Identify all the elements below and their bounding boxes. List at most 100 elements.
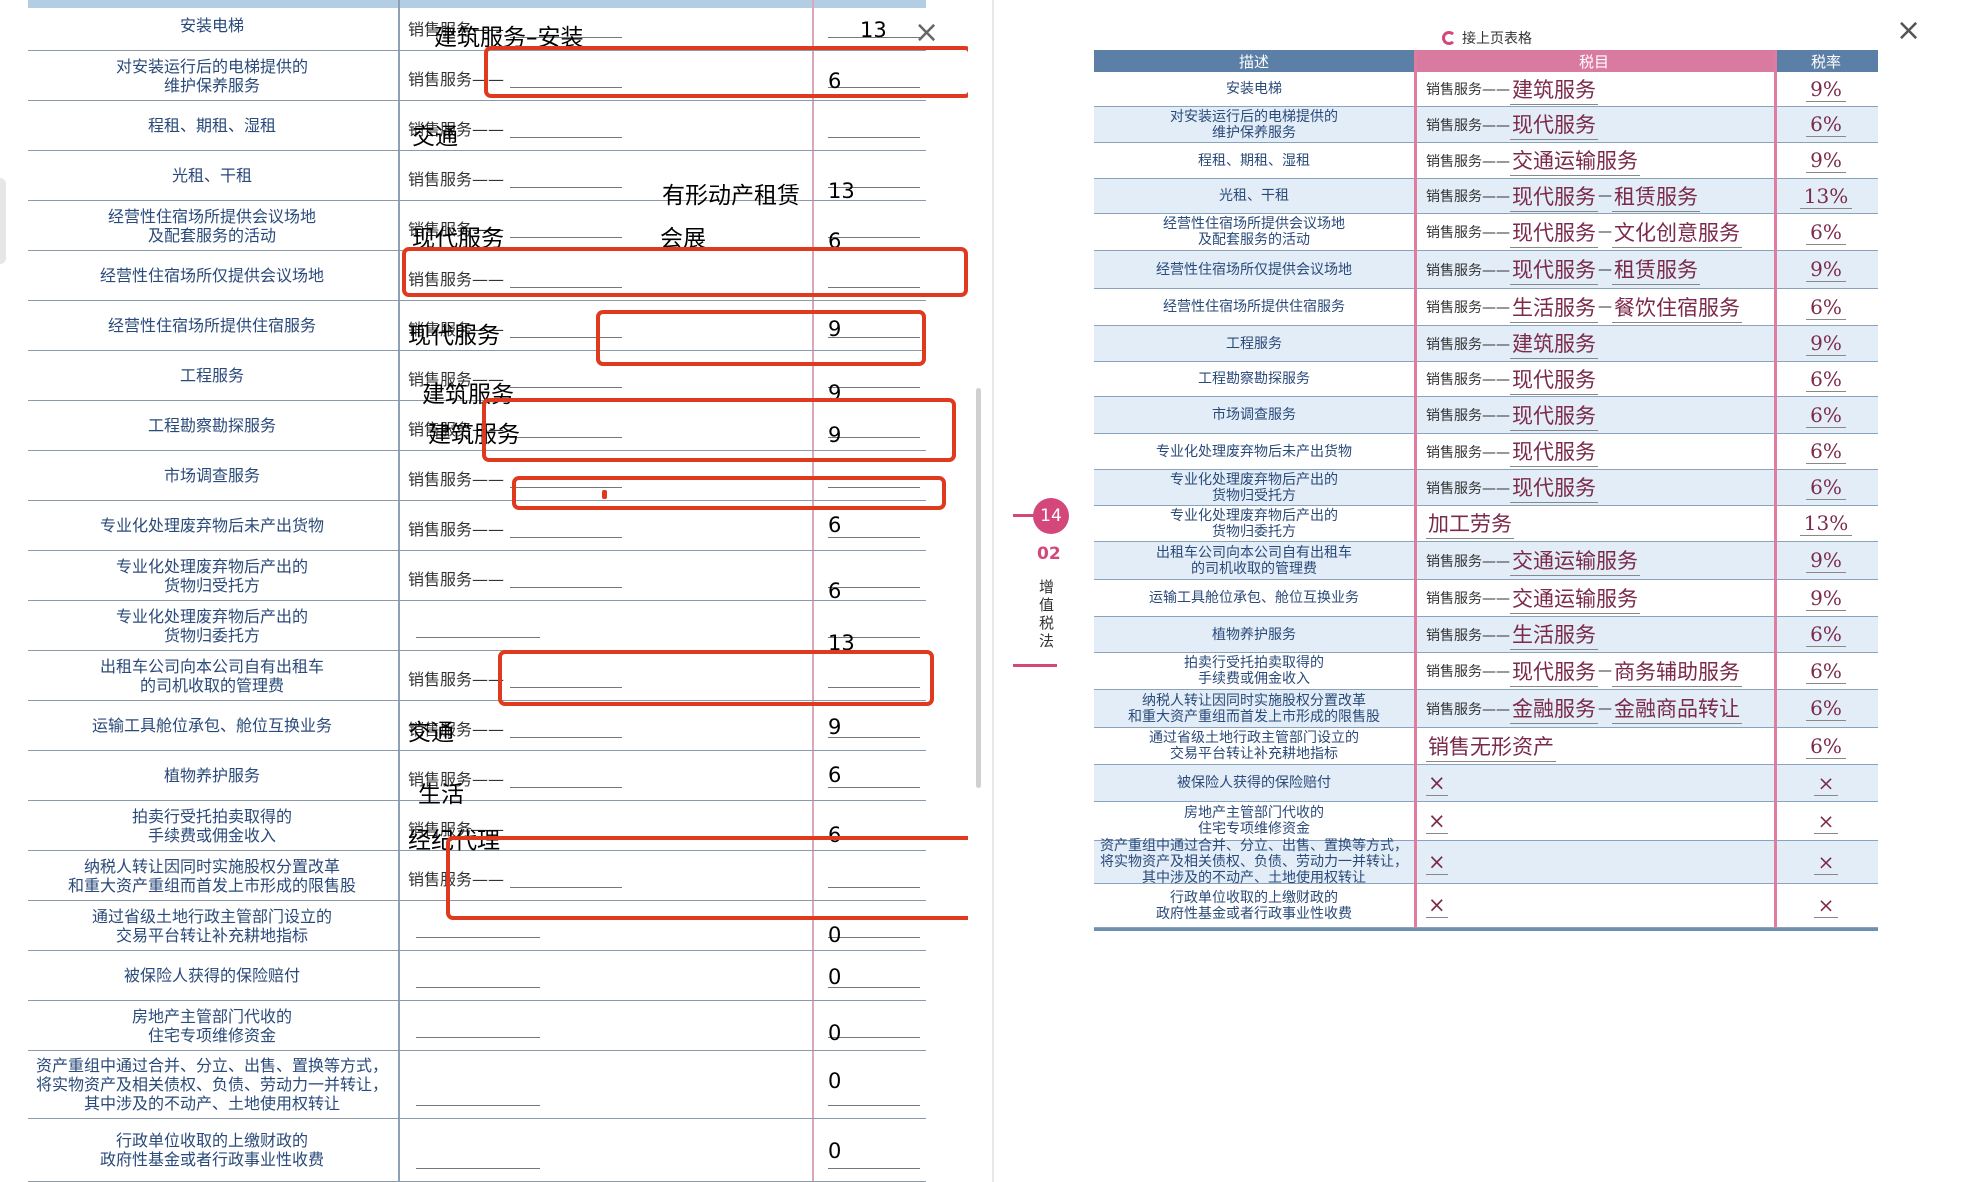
row-description: 安装电梯 bbox=[179, 15, 244, 35]
tax-rate-cell: × bbox=[1784, 884, 1868, 927]
tax-item-blank[interactable] bbox=[416, 637, 540, 638]
tax-item-blank[interactable] bbox=[510, 187, 622, 188]
row-description: 对安装运行后的电梯提供的 维护保养服务 bbox=[1170, 108, 1338, 141]
tax-item-blank[interactable] bbox=[416, 1105, 540, 1106]
tax-item-cell: 销售服务—— 交通运输服务 bbox=[1426, 143, 1640, 178]
tax-item-blank[interactable] bbox=[416, 987, 540, 988]
tax-item-answer: × bbox=[1426, 849, 1448, 875]
tax-rate-answer: × bbox=[1813, 893, 1839, 918]
rate-blank[interactable] bbox=[828, 137, 920, 138]
rate-blank[interactable] bbox=[828, 1037, 920, 1038]
tax-rate-answer: 6% bbox=[1806, 112, 1846, 137]
tax-item-prefix: 销售服务—— bbox=[1426, 444, 1510, 461]
tax-sub-item-answer: 文化创意服务 bbox=[1612, 217, 1742, 248]
answer-row: 光租、干租 销售服务—— 现代服务 — 租赁服务 13% bbox=[1094, 179, 1878, 214]
worksheet-row: 植物养护服务 销售服务—— 生活 6 bbox=[28, 751, 926, 808]
red-mark bbox=[602, 490, 607, 499]
answer-row: 工程服务 销售服务—— 建筑服务 9% bbox=[1094, 326, 1878, 362]
tax-item-blank[interactable] bbox=[416, 937, 540, 938]
tax-rate-answer: 6% bbox=[1806, 220, 1846, 245]
handwritten-rate: 13 bbox=[860, 18, 887, 42]
tax-rate-cell: 6% bbox=[1784, 397, 1868, 433]
handwritten-rate: 13 bbox=[828, 179, 855, 203]
rate-blank[interactable] bbox=[828, 387, 920, 388]
tax-item-answer: 现代服务 bbox=[1510, 436, 1598, 467]
rate-blank[interactable] bbox=[828, 237, 920, 238]
tax-item-blank[interactable] bbox=[510, 137, 622, 138]
handwritten-rate: 0 bbox=[828, 923, 842, 947]
tax-item-cell: 销售服务—— 现代服务 — 文化创意服务 bbox=[1426, 214, 1742, 250]
tax-rate-cell: 9% bbox=[1784, 251, 1868, 288]
tax-item-blank[interactable] bbox=[416, 1037, 540, 1038]
tax-item-answer: 建筑服务 bbox=[1510, 74, 1598, 105]
sub-item-dash: — bbox=[1598, 700, 1612, 717]
tax-item-blank[interactable] bbox=[510, 787, 622, 788]
tax-item-answer: 交通运输服务 bbox=[1510, 583, 1640, 614]
tax-item-answer: 现代服务 bbox=[1510, 254, 1598, 285]
tax-item-cell: × bbox=[1426, 765, 1448, 801]
row-description: 光租、干租 bbox=[1219, 188, 1289, 204]
tax-rate-answer: 9% bbox=[1806, 548, 1846, 573]
tax-item-answer: 生活服务 bbox=[1510, 619, 1598, 650]
left-close-icon[interactable]: × bbox=[914, 18, 939, 48]
tax-item-blank[interactable] bbox=[510, 737, 622, 738]
tax-rate-cell: 9% bbox=[1784, 542, 1868, 579]
answer-row: 经营性住宿场所提供住宿服务 销售服务—— 生活服务 — 餐饮住宿服务 6% bbox=[1094, 289, 1878, 326]
tax-rate-answer: 9% bbox=[1806, 331, 1846, 356]
tax-item-answer: 现代服务 bbox=[1510, 364, 1598, 395]
header-tax-rate: 税率 bbox=[1774, 50, 1878, 72]
tax-item-cell: 加工劳务 bbox=[1426, 506, 1514, 541]
handwritten-rate: 0 bbox=[828, 1139, 842, 1163]
tax-item-blank[interactable] bbox=[510, 237, 622, 238]
tax-rate-answer: 13% bbox=[1799, 511, 1853, 536]
row-description: 被保险人获得的保险赔付 bbox=[1177, 775, 1331, 791]
tax-rate-cell: 6% bbox=[1784, 434, 1868, 469]
answer-row: 行政单位收取的上缴财政的 政府性基金或者行政事业性收费 × × bbox=[1094, 884, 1878, 928]
tax-item-answer: 现代服务 bbox=[1510, 109, 1598, 140]
left-scrollbar[interactable] bbox=[976, 388, 981, 788]
continued-text: 接上页表格 bbox=[1462, 31, 1532, 47]
tax-item-cell: 销售服务—— 交通运输服务 bbox=[1426, 542, 1640, 579]
left-edge-tab[interactable] bbox=[0, 178, 6, 264]
tax-sub-item-answer: 餐饮住宿服务 bbox=[1612, 292, 1742, 323]
row-description: 专业化处理废弃物后产出的 货物归委托方 bbox=[1170, 507, 1338, 540]
tax-item-answer: 加工劳务 bbox=[1426, 508, 1514, 539]
tax-rate-answer: 6% bbox=[1806, 403, 1846, 428]
rate-blank[interactable] bbox=[828, 937, 920, 938]
tax-item-blank[interactable] bbox=[416, 1168, 540, 1169]
row-description: 出租车公司向本公司自有出租车 的司机收取的管理费 bbox=[1156, 544, 1352, 577]
rate-blank[interactable] bbox=[828, 1168, 920, 1169]
tax-item-answer: 交通运输服务 bbox=[1510, 545, 1640, 576]
tax-item-cell: 销售服务—— 建筑服务 bbox=[1426, 72, 1598, 106]
table-header: 描述 税目 税率 bbox=[1094, 50, 1878, 72]
tax-item-cell: 销售服务—— 现代服务 bbox=[1426, 397, 1598, 433]
tax-rate-answer: 6% bbox=[1806, 475, 1846, 500]
sub-item-dash: — bbox=[1598, 224, 1612, 240]
tax-item-answer: 生活服务 bbox=[1510, 292, 1598, 323]
rate-blank[interactable] bbox=[828, 537, 920, 538]
row-description: 出租车公司向本公司自有出租车 的司机收取的管理费 bbox=[99, 656, 324, 695]
sub-item-dash: — bbox=[1598, 188, 1612, 204]
tax-item-cell: 销售服务—— 现代服务 bbox=[1426, 362, 1598, 396]
answer-row: 对安装运行后的电梯提供的 维护保养服务 销售服务—— 现代服务 6% bbox=[1094, 107, 1878, 143]
answer-row: 程租、期租、湿租 销售服务—— 交通运输服务 9% bbox=[1094, 143, 1878, 179]
tax-item-prefix: 销售服务—— bbox=[1426, 117, 1510, 134]
rate-blank[interactable] bbox=[828, 787, 920, 788]
tax-item-blank[interactable] bbox=[510, 587, 622, 588]
header-tax-item: 税目 bbox=[1414, 50, 1774, 72]
tax-item-prefix: 销售服务—— bbox=[1426, 664, 1510, 680]
tax-item-cell: 销售服务—— 现代服务 bbox=[1426, 107, 1598, 142]
rate-blank[interactable] bbox=[828, 587, 920, 588]
tax-item-blank[interactable] bbox=[510, 387, 622, 388]
tax-sub-item-answer: 租赁服务 bbox=[1612, 181, 1700, 212]
tax-item-blank[interactable] bbox=[510, 537, 622, 538]
tax-rate-answer: 6% bbox=[1806, 367, 1846, 392]
right-close-icon[interactable]: × bbox=[1896, 16, 1921, 46]
tax-item-cell: 销售服务—— 现代服务 — 商务辅助服务 bbox=[1426, 653, 1742, 689]
handwritten-rate: 6 bbox=[828, 579, 842, 603]
rate-blank[interactable] bbox=[828, 737, 920, 738]
rate-blank[interactable] bbox=[828, 1105, 920, 1106]
tax-rate-answer: 13% bbox=[1799, 184, 1853, 209]
rate-blank[interactable] bbox=[828, 987, 920, 988]
tax-item-answer: 建筑服务 bbox=[1510, 328, 1598, 359]
